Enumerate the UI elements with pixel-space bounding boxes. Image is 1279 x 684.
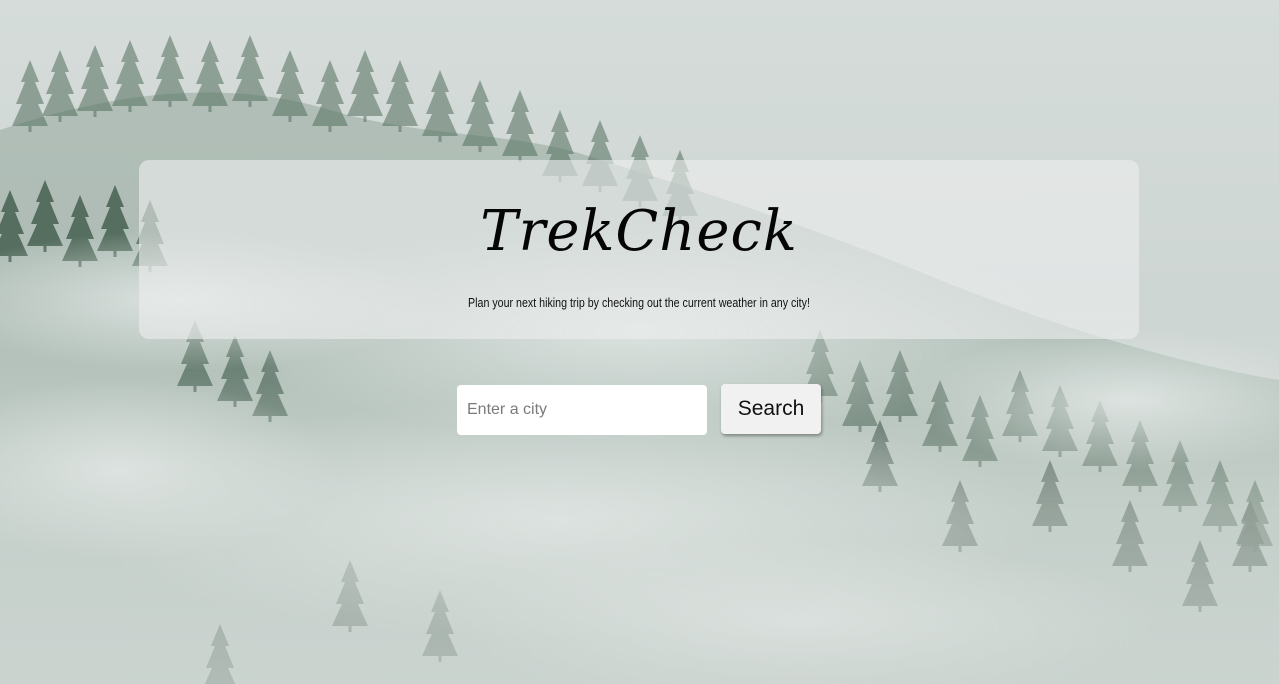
misty-forest-background: [0, 0, 1279, 684]
search-button[interactable]: Search: [721, 384, 821, 434]
app-tagline: Plan your next hiking trip by checking o…: [468, 295, 810, 310]
city-search-input[interactable]: [457, 385, 707, 435]
app-title: TrekCheck: [480, 199, 798, 264]
hero-banner: TrekCheck Plan your next hiking trip by …: [139, 160, 1139, 339]
search-form: Search: [457, 384, 821, 436]
